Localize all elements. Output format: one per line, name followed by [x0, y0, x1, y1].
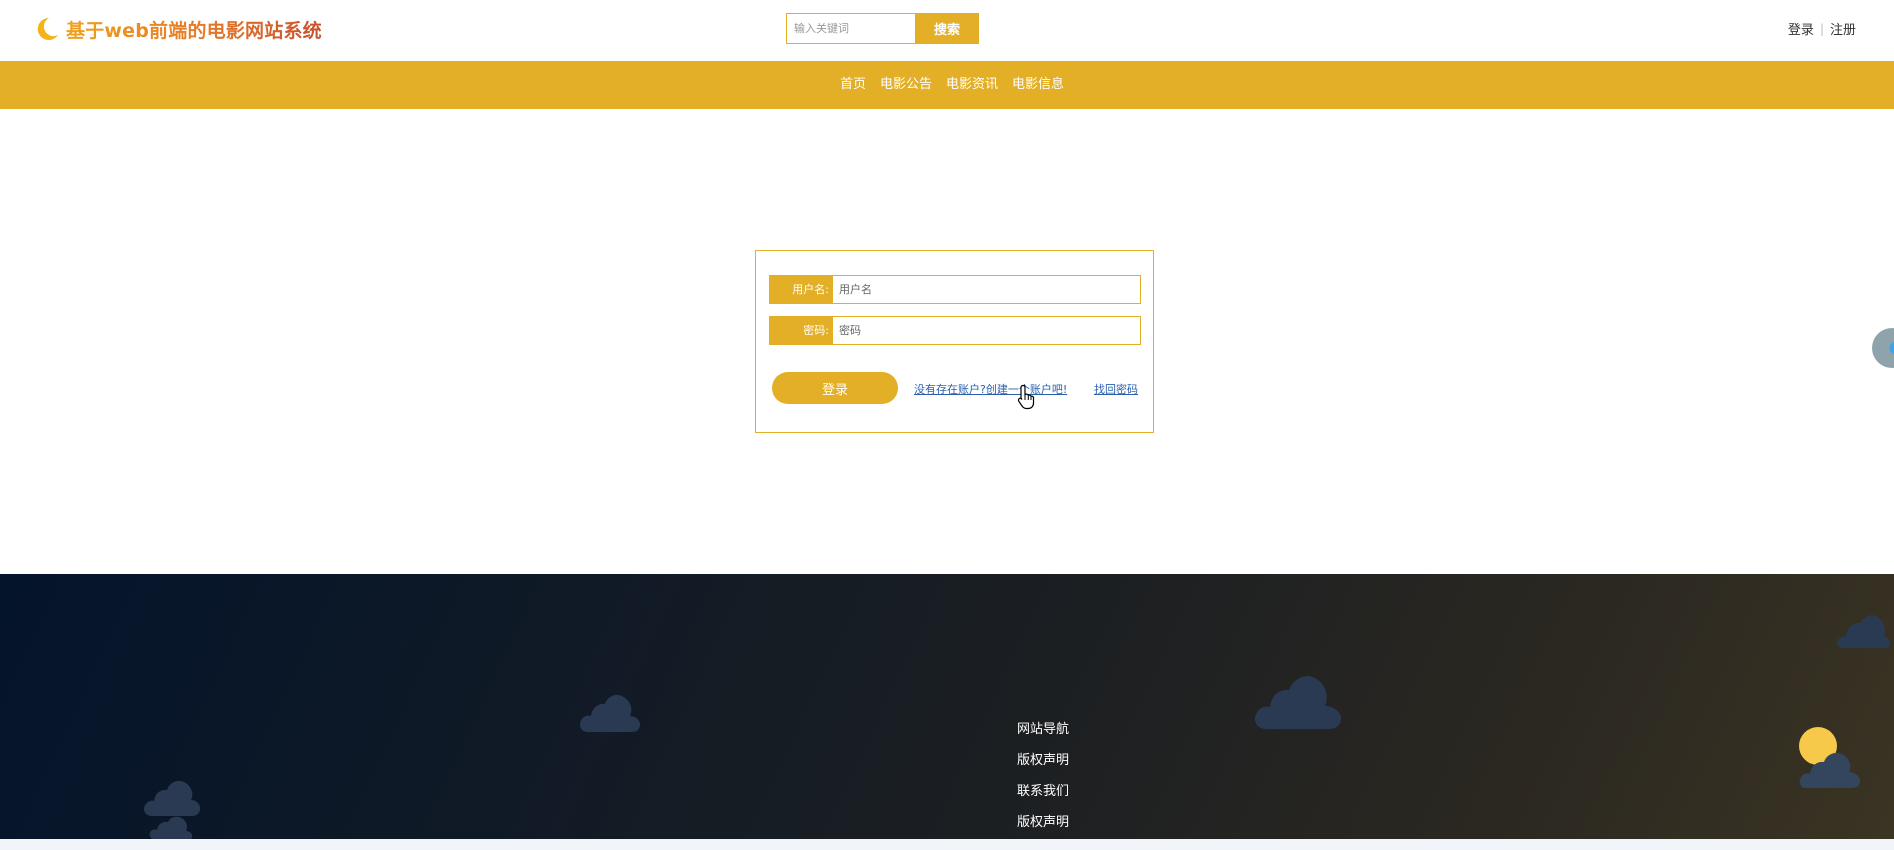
create-account-link[interactable]: 没有存在账户?创建一个账户吧!	[914, 381, 1067, 397]
sun-behind-cloud-icon	[1799, 727, 1861, 788]
site-footer: 网站导航 版权声明 联系我们 版权声明	[0, 574, 1894, 839]
crescent-moon-icon	[37, 17, 58, 40]
cloud-icon	[1254, 676, 1342, 729]
footer-link-contact[interactable]: 联系我们	[1017, 776, 1069, 807]
floating-side-widget[interactable]	[1872, 328, 1894, 368]
username-input[interactable]	[833, 275, 1141, 304]
password-row: 密码:	[769, 316, 1141, 345]
password-label: 密码:	[769, 316, 833, 345]
nav-item-news[interactable]: 电影资讯	[939, 61, 1005, 109]
footer-links: 网站导航 版权声明 联系我们 版权声明	[1017, 714, 1069, 838]
cloud-icon	[144, 780, 201, 839]
username-label: 用户名:	[769, 275, 833, 304]
site-logo[interactable]: 基于web前端的电影网站系统	[34, 14, 322, 44]
login-button[interactable]: 登录	[772, 372, 898, 404]
cloud-icon	[1837, 615, 1890, 648]
nav-item-announcements[interactable]: 电影公告	[873, 61, 939, 109]
nav-item-home[interactable]: 首页	[833, 61, 873, 109]
page-bottom-strip	[0, 839, 1894, 850]
login-form: 用户名: 密码: 登录 没有存在账户?创建一个账户吧! 找回密码	[755, 250, 1154, 433]
cloud-icon	[580, 694, 641, 732]
header-register-link[interactable]: 注册	[1830, 19, 1856, 38]
auth-links: 登录 | 注册	[1788, 19, 1856, 39]
forgot-password-link[interactable]: 找回密码	[1094, 381, 1138, 397]
nav-item-movies[interactable]: 电影信息	[1005, 61, 1071, 109]
auth-separator: |	[1819, 21, 1824, 36]
site-title: 基于web前端的电影网站系统	[66, 16, 322, 43]
footer-link-copyright[interactable]: 版权声明	[1017, 745, 1069, 776]
site-header: 基于web前端的电影网站系统 搜索 登录 | 注册	[0, 0, 1894, 61]
search-button[interactable]: 搜索	[915, 13, 979, 44]
search-bar: 搜索	[786, 13, 979, 44]
nav-list: 首页 电影公告 电影资讯 电影信息	[833, 61, 1071, 109]
header-login-link[interactable]: 登录	[1788, 19, 1814, 38]
main-nav: 首页 电影公告 电影资讯 电影信息	[0, 61, 1894, 109]
footer-link-site-nav[interactable]: 网站导航	[1017, 714, 1069, 745]
username-row: 用户名:	[769, 275, 1141, 304]
password-input[interactable]	[833, 316, 1141, 345]
footer-link-copyright-2[interactable]: 版权声明	[1017, 807, 1069, 838]
search-input[interactable]	[786, 13, 915, 44]
